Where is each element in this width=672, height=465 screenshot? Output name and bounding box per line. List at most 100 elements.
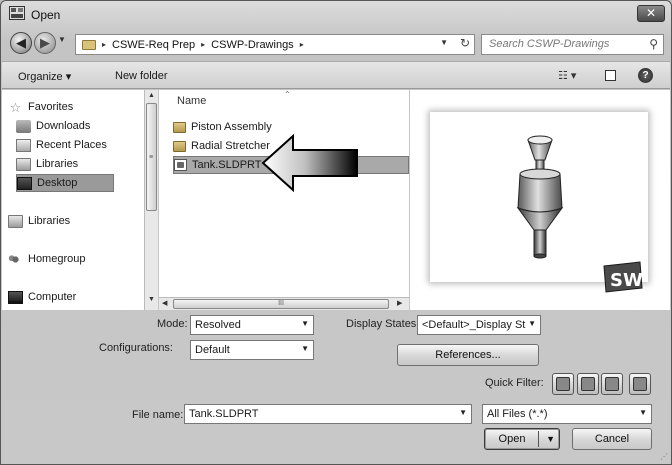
scroll-right-icon[interactable]: ▶	[397, 299, 402, 307]
column-header-name[interactable]: Name	[177, 95, 206, 107]
scroll-left-icon[interactable]: ◀	[162, 299, 167, 307]
arrow-left-icon: ◀	[16, 35, 26, 50]
window-title: Open	[31, 8, 61, 22]
solidworks-logo: SW	[603, 261, 643, 293]
filter-assemblies-icon	[581, 377, 595, 391]
callout-arrow-icon	[261, 134, 358, 192]
display-states-value: <Default>_Display St	[422, 319, 526, 331]
open-button[interactable]: Open ▼	[484, 428, 560, 450]
configurations-value: Default	[195, 344, 230, 356]
file-name: Piston Assembly	[191, 121, 272, 133]
references-button[interactable]: References...	[397, 344, 539, 366]
nav-item-libraries-favorite[interactable]: Libraries	[16, 155, 78, 173]
scrollbar-thumb[interactable]: ≡	[146, 103, 157, 211]
back-button[interactable]: ◀	[10, 32, 32, 54]
address-bar[interactable]: ▸ CSWE-Req Prep ▸ CSWP-Drawings ▸ ▼ ↻	[75, 34, 475, 55]
nav-item-recent-places[interactable]: Recent Places	[16, 136, 107, 154]
search-placeholder: Search CSWP-Drawings	[489, 38, 610, 50]
file-name-label: File name:	[132, 409, 184, 421]
file-name: Tank.SLDPRT	[192, 159, 262, 171]
mode-value: Resolved	[195, 319, 241, 331]
filter-drawings-icon	[605, 377, 619, 391]
filter-top-level-assemblies-button[interactable]	[629, 373, 651, 395]
address-dropdown[interactable]: ▼	[440, 38, 448, 47]
title-bar: Open ✕	[1, 1, 671, 27]
nav-item-label: Homegroup	[28, 253, 86, 265]
chevron-down-icon: ▼	[459, 408, 467, 417]
preview-pane: SW	[410, 90, 670, 310]
display-states-select[interactable]: <Default>_Display St ▼	[417, 315, 541, 335]
tank-model-icon	[516, 135, 564, 259]
configurations-select[interactable]: Default ▼	[190, 340, 314, 360]
help-icon[interactable]: ?	[638, 68, 653, 83]
scrollbar-thumb[interactable]: III	[173, 299, 389, 309]
breadcrumb-item[interactable]: CSWE-Req Prep	[112, 39, 195, 51]
file-row-radial-stretcher[interactable]: Radial Stretcher	[173, 137, 270, 155]
refresh-icon[interactable]: ↻	[460, 36, 470, 50]
forward-button[interactable]: ▶	[34, 32, 56, 54]
file-list: ⌃ Name Piston Assembly Radial Stretcher …	[159, 90, 409, 310]
recent-places-icon	[16, 138, 31, 152]
scroll-down-icon[interactable]: ▼	[148, 296, 155, 303]
folder-icon	[173, 121, 186, 133]
navigation-pane: ☆ Favorites Downloads Recent Places Libr…	[2, 90, 158, 310]
nav-item-downloads[interactable]: Downloads	[16, 117, 90, 135]
svg-text:SW: SW	[610, 270, 643, 291]
downloads-icon	[16, 119, 31, 133]
desktop-icon	[17, 176, 32, 190]
nav-item-label: Libraries	[36, 158, 79, 170]
recent-locations-dropdown[interactable]: ▼	[58, 35, 66, 44]
open-dialog: Open ✕ ◀ ▶ ▼ ▸ CSWE-Req Prep ▸ CSWP-Draw…	[0, 0, 672, 465]
filter-parts-button[interactable]	[552, 373, 574, 395]
libraries-icon	[16, 157, 31, 171]
file-type-value: All Files (*.*)	[487, 408, 548, 420]
breadcrumb-separator[interactable]: ▸	[300, 40, 304, 49]
homegroup-icon	[8, 252, 23, 266]
star-icon: ☆	[9, 99, 22, 115]
filter-top-assemblies-icon	[633, 377, 647, 391]
navigation-scrollbar[interactable]: ▲ ≡ ▼	[144, 90, 158, 310]
resize-grip-icon[interactable]: ⋰	[660, 452, 668, 461]
search-icon[interactable]: ⚲	[649, 37, 658, 51]
chevron-down-icon: ▼	[301, 319, 309, 328]
nav-item-computer[interactable]: Computer	[8, 288, 76, 306]
new-folder-button[interactable]: New folder	[115, 70, 168, 82]
filter-assemblies-button[interactable]	[577, 373, 599, 395]
file-name-input[interactable]: Tank.SLDPRT ▼	[184, 404, 472, 424]
command-bar: Organize ▾ New folder ☷ ▾ ?	[2, 61, 670, 89]
nav-item-label: Desktop	[37, 177, 78, 189]
nav-item-homegroup[interactable]: Homegroup	[8, 250, 85, 268]
part-file-icon	[174, 159, 187, 171]
search-input[interactable]: Search CSWP-Drawings ⚲	[481, 34, 664, 55]
mode-label: Mode:	[157, 318, 188, 330]
chevron-down-icon: ▼	[528, 319, 536, 328]
change-view-button[interactable]: ☷ ▾	[558, 69, 576, 82]
breadcrumb-separator[interactable]: ▸	[201, 40, 205, 49]
cancel-button[interactable]: Cancel	[572, 428, 652, 450]
nav-item-label: Libraries	[28, 215, 71, 227]
breadcrumb-separator[interactable]: ▸	[102, 40, 106, 49]
chevron-down-icon: ▼	[301, 344, 309, 353]
file-row-piston-assembly[interactable]: Piston Assembly	[173, 118, 272, 136]
libraries-icon	[8, 214, 23, 228]
quick-filter-label: Quick Filter:	[485, 377, 544, 389]
open-options-chevron-icon[interactable]: ▼	[546, 429, 555, 449]
close-button[interactable]: ✕	[637, 5, 665, 22]
mode-select[interactable]: Resolved ▼	[190, 315, 314, 335]
organize-menu-button[interactable]: Organize ▾	[18, 70, 71, 83]
display-states-label: Display States:	[346, 318, 420, 330]
app-icon	[9, 6, 25, 20]
file-name-value: Tank.SLDPRT	[189, 408, 259, 420]
filter-drawings-button[interactable]	[601, 373, 623, 395]
breadcrumb-item[interactable]: CSWP-Drawings	[211, 39, 294, 51]
nav-item-favorites[interactable]: ☆ Favorites	[8, 98, 74, 116]
file-list-horizontal-scrollbar[interactable]: ◀ III ▶	[159, 297, 409, 310]
scroll-up-icon[interactable]: ▲	[148, 92, 155, 99]
nav-item-label: Downloads	[36, 120, 91, 132]
computer-icon	[8, 290, 23, 304]
part-preview-image	[430, 112, 648, 282]
nav-item-libraries[interactable]: Libraries	[8, 212, 70, 230]
file-type-select[interactable]: All Files (*.*) ▼	[482, 404, 652, 424]
preview-pane-toggle-icon[interactable]	[605, 70, 616, 81]
nav-item-desktop[interactable]: Desktop	[16, 174, 114, 192]
